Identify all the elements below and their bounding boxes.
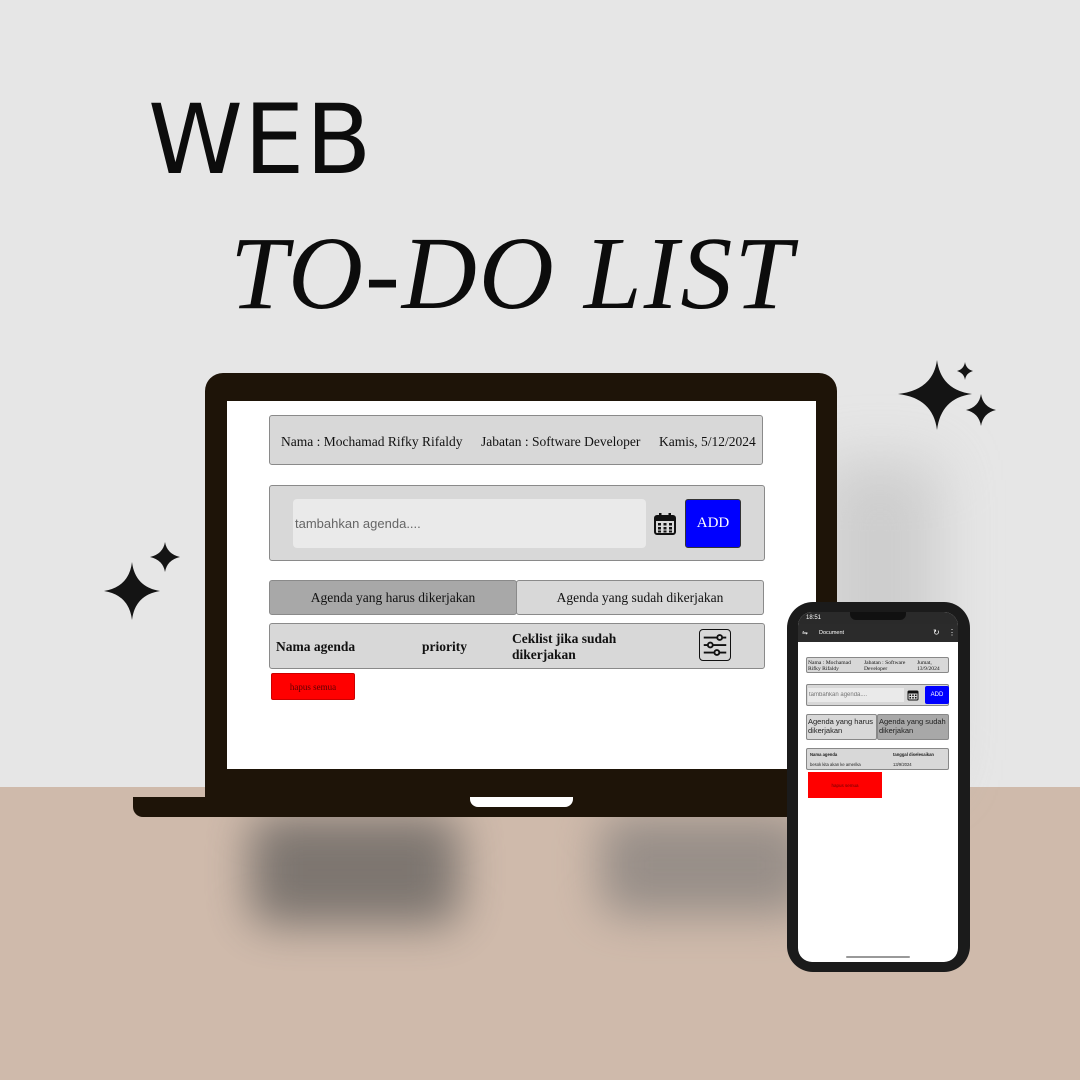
laptop-notch — [470, 797, 573, 807]
agenda-input[interactable] — [293, 499, 646, 548]
table-header: Nama agenda priority Ceklist jika sudah … — [269, 623, 765, 669]
laptop-shadow-left — [250, 815, 460, 925]
add-agenda-form: ADD — [806, 684, 949, 706]
row-agenda: besok kita akan ke amerika — [810, 762, 861, 767]
row-date: 13/9/2024 — [893, 762, 912, 767]
delete-all-button[interactable]: hapus semua — [808, 772, 882, 798]
user-info-bar: Nama : Mochamad Rifky Rifaldy Jabatan : … — [806, 657, 949, 673]
current-date: Jumat, 13/9/2024 — [917, 660, 940, 672]
column-checklist: Ceklist jika sudah dikerjakan — [512, 631, 617, 662]
sliders-icon[interactable] — [699, 629, 731, 661]
calendar-icon[interactable] — [907, 689, 919, 701]
column-finished-date: tanggal diselesaikan — [893, 752, 934, 757]
browser-bar: ⇋ Document ↻ ⋮ — [798, 624, 958, 642]
user-info-bar: Nama : Mochamad Rifky Rifaldy Jabatan : … — [269, 415, 763, 465]
more-icon[interactable]: ⋮ — [948, 628, 956, 637]
laptop-shadow-right — [600, 815, 810, 915]
column-priority: priority — [422, 639, 467, 654]
column-agenda-name: Nama agenda — [810, 752, 838, 757]
browser-menu-icon[interactable]: ⇋ — [802, 629, 808, 637]
phone-notch — [850, 612, 906, 620]
done-table: Nama agenda tanggal diselesaikan besok k… — [806, 748, 949, 770]
add-agenda-form: ADD — [269, 485, 765, 561]
tab-todo[interactable]: Agenda yang harus dikerjakan — [806, 714, 877, 740]
delete-all-button[interactable]: hapus semua — [271, 673, 355, 700]
phone-screen: 18:51 ⇋ Document ↻ ⋮ Nama : Mochamad Rif… — [798, 612, 958, 962]
calendar-icon[interactable] — [653, 512, 677, 536]
reload-icon[interactable]: ↻ — [933, 628, 940, 637]
user-position: Jabatan : Software Developer — [864, 660, 906, 672]
sparkle-icon — [898, 360, 996, 430]
user-position: Jabatan : Software Developer — [481, 434, 641, 449]
sparkle-icon — [104, 542, 180, 620]
tab-todo[interactable]: Agenda yang harus dikerjakan — [269, 580, 517, 615]
headline-todo-list: TO-DO LIST — [230, 216, 795, 331]
tab-done[interactable]: Agenda yang sudah dikerjakan — [877, 714, 949, 740]
status-time: 18:51 — [806, 615, 822, 621]
browser-title: Document — [819, 630, 845, 636]
tab-done[interactable]: Agenda yang sudah dikerjakan — [516, 580, 764, 615]
laptop-screen: Nama : Mochamad Rifky Rifaldy Jabatan : … — [227, 401, 816, 769]
current-date: Kamis, 5/12/2024 — [659, 434, 756, 449]
user-name: Nama : Mochamad Rifky Rifaldy — [281, 434, 463, 449]
user-name: Nama : Mochamad Rifky Rifaldy — [808, 660, 851, 672]
add-button[interactable]: ADD — [925, 686, 949, 704]
headline-web: WEB — [148, 84, 373, 196]
home-indicator — [846, 956, 910, 958]
phone-status-bar: 18:51 — [798, 612, 958, 624]
add-button[interactable]: ADD — [685, 499, 741, 548]
agenda-input[interactable] — [808, 688, 904, 702]
column-agenda-name: Nama agenda — [276, 639, 356, 654]
